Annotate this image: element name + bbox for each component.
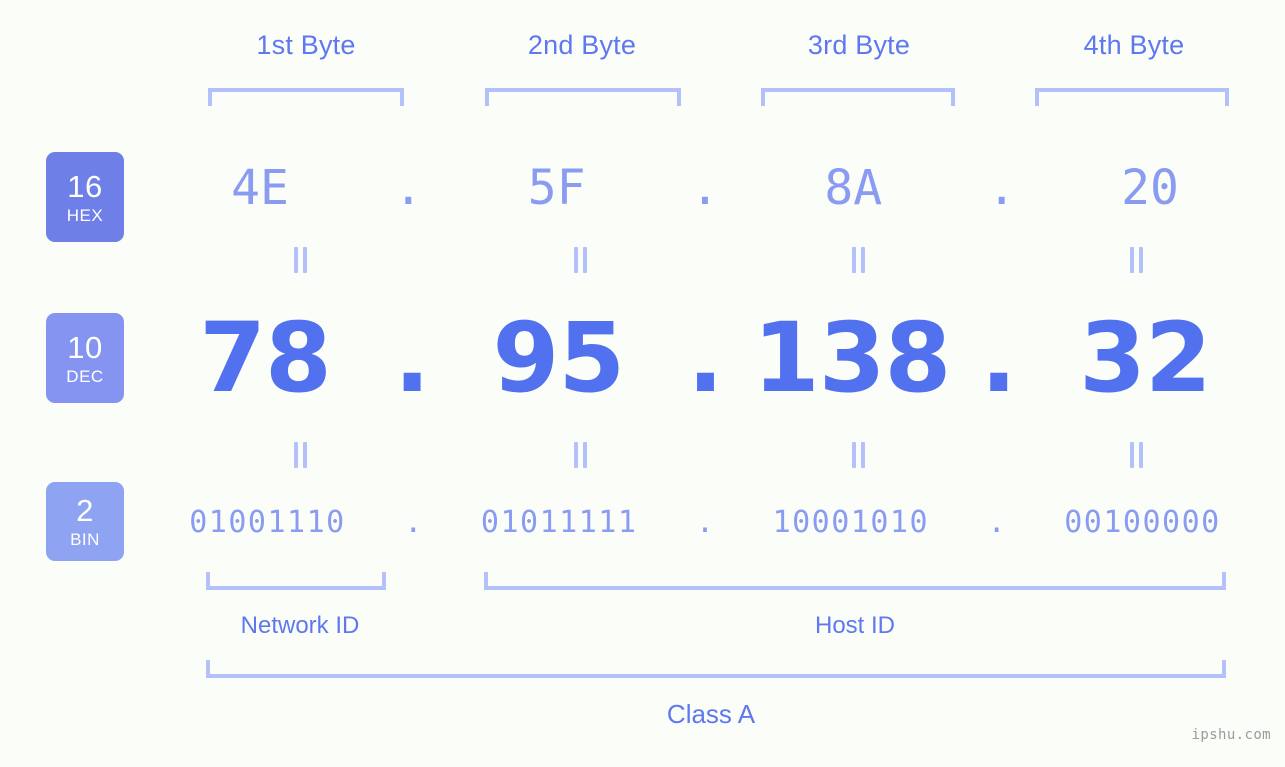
base-badge-bin-abbr: BIN — [70, 530, 100, 549]
equals-mark-dec-bin-3 — [851, 442, 867, 468]
hex-octet-4: 20 — [1121, 160, 1179, 216]
dec-octet-3: 138 — [752, 301, 951, 414]
dec-separator-3: . — [980, 301, 1017, 414]
bin-value-row: 01001110 . 01011111 . 10001010 . 0010000… — [160, 493, 1250, 551]
base-badge-hex: 16 HEX — [46, 152, 124, 242]
byte-bracket-4 — [1035, 88, 1229, 106]
equals-mark-dec-bin-4 — [1129, 442, 1145, 468]
host-id-label: Host ID — [814, 612, 895, 639]
dec-value-row: 78 . 95 . 138 . 32 — [160, 295, 1250, 420]
host-id-bracket — [484, 572, 1226, 590]
hex-separator-1: . — [393, 160, 423, 216]
byte-header-4: 4th Byte — [1083, 30, 1185, 60]
byte-bracket-3 — [761, 88, 955, 106]
base-badge-dec-number: 10 — [67, 329, 103, 365]
hex-octet-1: 4E — [231, 160, 289, 216]
class-bracket — [206, 660, 1226, 678]
equals-mark-hex-dec-4 — [1129, 247, 1145, 273]
equals-mark-hex-dec-1 — [293, 247, 309, 273]
bin-octet-4: 00100000 — [1064, 504, 1221, 540]
watermark: ipshu.com — [1191, 727, 1271, 743]
byte-bracket-1 — [208, 88, 404, 106]
equals-mark-hex-dec-3 — [851, 247, 867, 273]
equals-mark-dec-bin-1 — [293, 442, 309, 468]
base-badge-hex-number: 16 — [67, 168, 103, 204]
base-badge-dec-abbr: DEC — [66, 366, 104, 386]
hex-octet-2: 5F — [527, 160, 586, 216]
bin-separator-3: . — [987, 504, 1006, 540]
equals-mark-dec-bin-2 — [573, 442, 589, 468]
class-label: Class A — [666, 699, 756, 729]
dec-octet-1: 78 — [199, 301, 332, 414]
byte-header-1: 1st Byte — [256, 30, 356, 60]
network-id-bracket — [206, 572, 386, 590]
bin-octet-1: 01001110 — [189, 504, 346, 540]
base-badge-bin-number: 2 — [76, 493, 94, 528]
hex-separator-3: . — [987, 160, 1017, 216]
hex-separator-2: . — [690, 160, 720, 216]
ip-breakdown-diagram: 1st Byte 2nd Byte 3rd Byte 4th Byte 16 H… — [0, 0, 1285, 767]
dec-octet-2: 95 — [492, 301, 626, 414]
equals-mark-hex-dec-2 — [573, 247, 589, 273]
hex-value-row: 4E . 5F . 8A . 20 — [160, 148, 1250, 228]
bin-octet-3: 10001010 — [772, 504, 930, 540]
base-badge-bin: 2 BIN — [46, 482, 124, 561]
hex-octet-3: 8A — [824, 160, 883, 216]
byte-header-3: 3rd Byte — [807, 30, 911, 60]
network-id-label: Network ID — [240, 612, 360, 639]
bin-octet-2: 01011111 — [480, 504, 638, 540]
dec-separator-1: . — [393, 301, 430, 414]
dec-octet-4: 32 — [1079, 301, 1212, 414]
byte-bracket-2 — [485, 88, 681, 106]
base-badge-dec: 10 DEC — [46, 313, 124, 403]
bin-separator-2: . — [695, 504, 715, 540]
base-badge-hex-abbr: HEX — [66, 205, 104, 225]
bin-separator-1: . — [404, 504, 423, 540]
dec-separator-2: . — [687, 301, 723, 414]
byte-header-2: 2nd Byte — [527, 30, 637, 60]
